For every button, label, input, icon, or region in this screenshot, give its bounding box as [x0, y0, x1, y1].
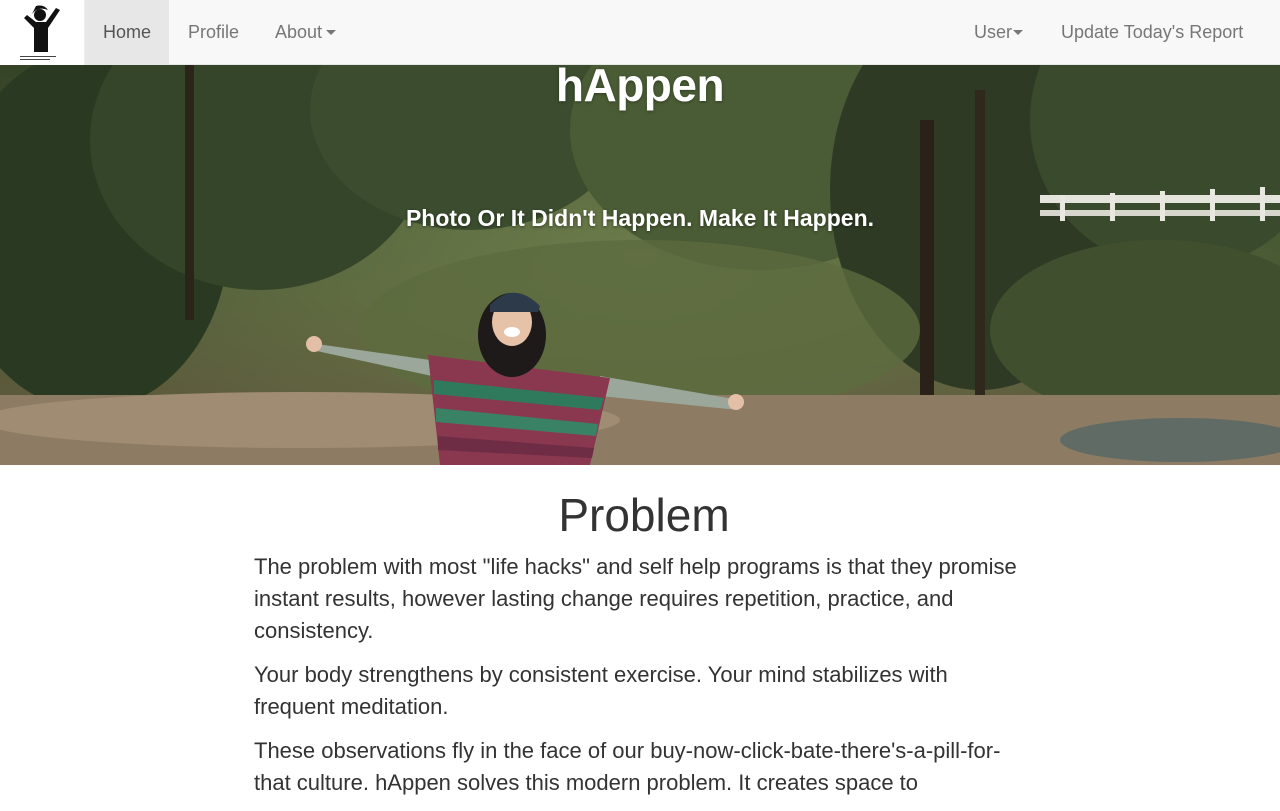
- brand-logo-link[interactable]: [0, 0, 85, 65]
- problem-paragraph: The problem with most "life hacks" and s…: [254, 554, 1017, 643]
- nav-home[interactable]: Home: [85, 0, 169, 65]
- nav-about-dropdown[interactable]: About: [275, 0, 337, 65]
- caret-down-icon: [326, 29, 337, 35]
- nav-update-report-label: Update Today's Report: [1061, 22, 1244, 42]
- nav-update-report[interactable]: Update Today's Report: [1061, 0, 1243, 65]
- problem-section: Problem The problem with most "life hack…: [254, 487, 1034, 811]
- problem-heading: Problem: [558, 489, 730, 541]
- hero-banner: hAppen Photo Or It Didn't Happen. Make I…: [0, 0, 1280, 465]
- nav-user-label: User: [974, 22, 1013, 42]
- top-navbar: Home Profile About User Update Today's R…: [0, 0, 1280, 65]
- nav-about-label: About: [275, 22, 323, 42]
- problem-paragraph: Your body strengthens by consistent exer…: [254, 662, 948, 719]
- caret-down-icon: [1013, 29, 1024, 35]
- problem-paragraph: These observations fly in the face of ou…: [254, 738, 1001, 795]
- nav-home-label: Home: [102, 22, 151, 42]
- nav-profile[interactable]: Profile: [188, 0, 239, 65]
- hero-tagline: Photo Or It Didn't Happen. Make It Happe…: [405, 205, 875, 231]
- nav-profile-label: Profile: [188, 22, 240, 42]
- nav-user-dropdown[interactable]: User: [974, 0, 1024, 65]
- person-cheering-logo-icon: [20, 5, 60, 60]
- hero-title: hAppen: [555, 59, 725, 111]
